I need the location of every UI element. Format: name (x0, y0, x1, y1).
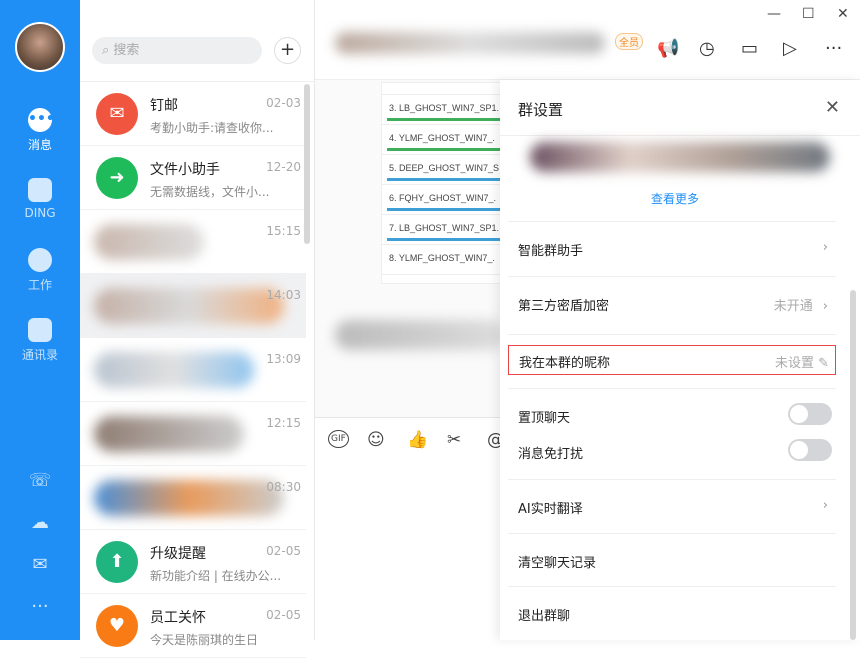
gif-button[interactable]: GIF (328, 430, 349, 448)
mute-row: 消息免打扰 (508, 425, 836, 479)
smart-assistant-row[interactable]: 智能群助手› (508, 221, 836, 275)
pin-chat-toggle[interactable] (788, 403, 832, 425)
chat-icon: ••• (28, 108, 52, 132)
conversation-item[interactable]: ✉ 钉邮02-03考勤小助手:请查收你... (80, 82, 306, 146)
ding-icon (28, 178, 52, 202)
nav-sidebar: •••消息 DING 工作 通讯录 ☏ ☁ ✉ ··· (0, 0, 80, 640)
maximize-button[interactable]: ☐ (802, 6, 815, 22)
chat-header: 全员 — ☐ ✕ 📢 ◷ ▭ ▷ ··· (315, 0, 860, 80)
clear-history-row[interactable]: 清空聊天记录 (508, 533, 836, 587)
conversation-item[interactable]: 08:30 (80, 466, 306, 530)
add-button[interactable]: + (274, 37, 301, 64)
close-icon[interactable]: ✕ (825, 97, 840, 118)
cloud-icon[interactable]: ☁ (28, 512, 52, 534)
nav-messages[interactable]: •••消息 (0, 108, 80, 153)
view-more-link[interactable]: 查看更多 (500, 190, 850, 207)
minimize-button[interactable]: — (767, 6, 781, 22)
history-icon[interactable]: ◷ (699, 38, 715, 59)
chevron-right-icon: › (823, 240, 828, 255)
live-icon[interactable]: ▷ (783, 38, 797, 59)
panel-scrollbar[interactable] (850, 290, 856, 640)
file-list-image: 3. LB_GHOST_WIN7_SP1. 4. YLMF_GHOST_WIN7… (381, 82, 501, 284)
list-scrollbar[interactable] (304, 84, 310, 244)
quit-group-row[interactable]: 退出群聊 (508, 586, 836, 640)
chevron-right-icon: › (823, 299, 828, 314)
ai-translate-row[interactable]: AI实时翻译› (508, 479, 836, 533)
announcement-icon[interactable]: 📢 (657, 38, 679, 59)
conversation-list: ⌕ 搜索 + ✉ 钉邮02-03考勤小助手:请查收你... ➜ 文件小助手12-… (80, 0, 315, 640)
phone-video-icon[interactable]: ☏ (28, 470, 52, 492)
folder-icon[interactable]: ▭ (741, 38, 758, 59)
nav-contacts[interactable]: 通讯录 (0, 318, 80, 363)
search-icon: ⌕ (102, 43, 113, 58)
conversation-item[interactable]: ⬆ 升级提醒02-05新功能介绍 | 在线办公... (80, 530, 306, 594)
thumbs-up-icon[interactable]: 👍 (407, 430, 428, 450)
all-members-badge: 全员 (615, 33, 643, 50)
scissors-icon[interactable]: ✂ (447, 430, 461, 450)
conversation-item[interactable]: 14:03 (80, 274, 306, 338)
conversation-item[interactable]: 13:09 (80, 338, 306, 402)
more-icon[interactable]: ··· (28, 596, 52, 618)
conversation-item[interactable]: 12:15 (80, 402, 306, 466)
conversation-item[interactable]: 15:15 (80, 210, 306, 274)
panel-title: 群设置 (518, 99, 563, 120)
nav-ding[interactable]: DING (0, 178, 80, 220)
conversation-item[interactable]: ➜ 文件小助手12-20无需数据线，文件小... (80, 146, 306, 210)
group-nickname-row[interactable]: 我在本群的昵称未设置 ✎ (508, 345, 836, 375)
chevron-right-icon: › (823, 498, 828, 513)
close-window-button[interactable]: ✕ (837, 6, 849, 22)
group-settings-panel: 群设置 ✕ 查看更多 智能群助手› 第三方密盾加密未开通› 我在本群的昵称未设置 … (500, 80, 860, 640)
more-icon[interactable]: ··· (825, 38, 842, 59)
contacts-icon (28, 318, 52, 342)
upgrade-icon: ⬆ (96, 541, 138, 583)
user-avatar[interactable] (15, 22, 65, 72)
mail-icon[interactable]: ✉ (28, 554, 52, 576)
mail-icon: ✉ (96, 93, 138, 135)
edit-icon: ✎ (818, 356, 829, 371)
encryption-row[interactable]: 第三方密盾加密未开通› (508, 276, 836, 330)
work-icon (28, 248, 52, 272)
emoji-icon[interactable]: ☺ (367, 430, 385, 450)
heart-icon: ♥ (96, 605, 138, 647)
nav-work[interactable]: 工作 (0, 248, 80, 293)
search-input[interactable]: ⌕ 搜索 (92, 37, 262, 64)
mute-toggle[interactable] (788, 439, 832, 461)
conversation-item[interactable]: ♥ 员工关怀02-05今天是陈丽琪的生日 (80, 594, 306, 658)
folder-icon: ➜ (96, 157, 138, 199)
